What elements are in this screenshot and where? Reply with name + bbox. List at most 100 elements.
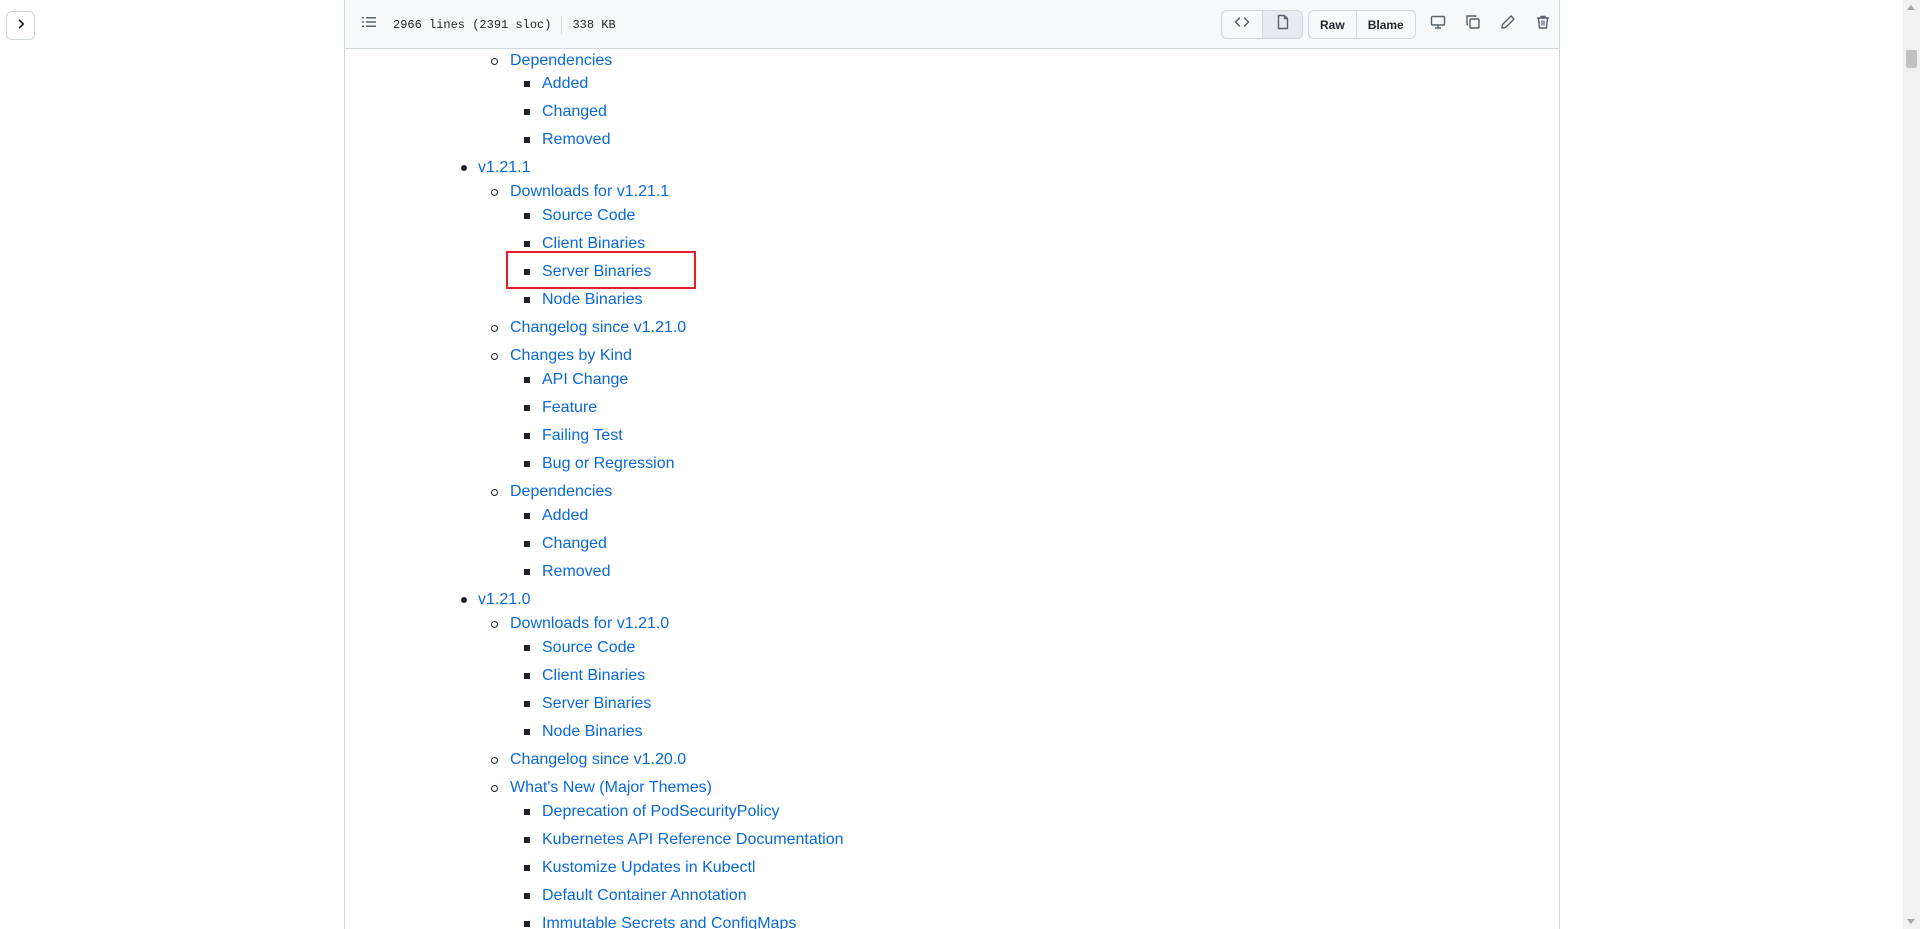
toc-link-server-binaries[interactable]: Server Binaries <box>542 263 651 281</box>
disc-bullet-icon <box>461 165 467 171</box>
blame-button[interactable]: Blame <box>1355 11 1415 38</box>
toc-link-changes-by-kind[interactable]: Changes by Kind <box>510 347 632 365</box>
list-item: Server Binaries <box>524 692 651 716</box>
list-item: Source Code <box>524 636 635 660</box>
toc-link-api-reference-docs[interactable]: Kubernetes API Reference Documentation <box>542 831 844 849</box>
list-item: Changelog since v1.20.0 <box>491 748 686 772</box>
toc-link-dependencies[interactable]: Dependencies <box>510 483 612 501</box>
file-icon <box>1275 14 1291 35</box>
toc-link-node-binaries[interactable]: Node Binaries <box>542 723 643 741</box>
toc-link-changed[interactable]: Changed <box>542 535 607 553</box>
list-item: Dependencies <box>491 49 612 73</box>
toc-link-node-binaries[interactable]: Node Binaries <box>542 291 643 309</box>
desktop-button[interactable] <box>1426 12 1450 36</box>
toc-link-feature[interactable]: Feature <box>542 399 597 417</box>
chevron-right-icon <box>15 17 27 35</box>
scroll-down-icon[interactable] <box>1907 919 1915 924</box>
code-view-button[interactable] <box>1222 11 1262 38</box>
toc-link-client-binaries[interactable]: Client Binaries <box>542 667 645 685</box>
list-item: Client Binaries <box>524 232 645 256</box>
list-icon <box>361 14 377 35</box>
list-item: Changed <box>524 532 607 556</box>
toc-link-v1-21-0[interactable]: v1.21.0 <box>478 591 530 609</box>
lines-info: 2966 lines (2391 sloc) <box>393 18 552 32</box>
toc-link-removed[interactable]: Removed <box>542 563 610 581</box>
square-bullet-icon <box>524 269 530 275</box>
toc-link-deprecation-psp[interactable]: Deprecation of PodSecurityPolicy <box>542 803 779 821</box>
delete-button[interactable] <box>1531 12 1555 36</box>
square-bullet-icon <box>524 837 530 843</box>
toc-link-source-code[interactable]: Source Code <box>542 639 635 657</box>
toc-link-changed[interactable]: Changed <box>542 103 607 121</box>
disc-bullet-icon <box>461 597 467 603</box>
list-item: Added <box>524 504 588 528</box>
square-bullet-icon <box>524 921 530 927</box>
square-bullet-icon <box>524 405 530 411</box>
square-bullet-icon <box>524 109 530 115</box>
toc-link-api-change[interactable]: API Change <box>542 371 628 389</box>
circle-bullet-icon <box>491 757 498 764</box>
list-item: Default Container Annotation <box>524 884 747 908</box>
page-scrollbar[interactable] <box>1903 0 1920 929</box>
preview-view-button[interactable] <box>1262 11 1302 38</box>
toc-link-changelog-since-v1-20-0[interactable]: Changelog since v1.20.0 <box>510 751 686 769</box>
info-divider <box>561 16 563 34</box>
toc-link-downloads-v1-21-1[interactable]: Downloads for v1.21.1 <box>510 183 669 201</box>
list-item: Downloads for v1.21.0 <box>491 612 669 636</box>
toc-link-kustomize-updates[interactable]: Kustomize Updates in Kubectl <box>542 859 755 877</box>
square-bullet-icon <box>524 213 530 219</box>
expand-sidebar-button[interactable] <box>6 11 35 40</box>
circle-bullet-icon <box>491 189 498 196</box>
list-item: Removed <box>524 128 610 152</box>
toc-link-failing-test[interactable]: Failing Test <box>542 427 623 445</box>
copy-button[interactable] <box>1461 12 1485 36</box>
toc-link-added[interactable]: Added <box>542 507 588 525</box>
list-item: v1.21.1 <box>461 156 530 180</box>
toc-link-client-binaries[interactable]: Client Binaries <box>542 235 645 253</box>
toc-link-v1-21-1[interactable]: v1.21.1 <box>478 159 530 177</box>
edit-button[interactable] <box>1496 12 1520 36</box>
list-item: What's New (Major Themes) <box>491 776 712 800</box>
toc-link-whats-new[interactable]: What's New (Major Themes) <box>510 779 712 797</box>
circle-bullet-icon <box>491 58 498 65</box>
file-header: 2966 lines (2391 sloc) 338 KB Raw Blame <box>345 0 1559 49</box>
circle-bullet-icon <box>491 353 498 360</box>
square-bullet-icon <box>524 241 530 247</box>
circle-bullet-icon <box>491 621 498 628</box>
list-item: Client Binaries <box>524 664 645 688</box>
list-item: Feature <box>524 396 597 420</box>
toc-link-server-binaries[interactable]: Server Binaries <box>542 695 651 713</box>
scroll-thumb[interactable] <box>1906 50 1917 68</box>
list-item: Added <box>524 72 588 96</box>
list-item: Downloads for v1.21.1 <box>491 180 669 204</box>
square-bullet-icon <box>524 81 530 87</box>
square-bullet-icon <box>524 809 530 815</box>
copy-icon <box>1465 14 1481 35</box>
trash-icon <box>1535 14 1551 35</box>
toc-link-added[interactable]: Added <box>542 75 588 93</box>
square-bullet-icon <box>524 865 530 871</box>
toc-link-source-code[interactable]: Source Code <box>542 207 635 225</box>
raw-blame-group: Raw Blame <box>1308 10 1416 39</box>
list-item: Changes by Kind <box>491 344 632 368</box>
circle-bullet-icon <box>491 489 498 496</box>
list-item: Changed <box>524 100 607 124</box>
toc-link-default-container-annotation[interactable]: Default Container Annotation <box>542 887 747 905</box>
toc-link-changelog-since-v1-21-0[interactable]: Changelog since v1.21.0 <box>510 319 686 337</box>
toc-link-immutable-secrets[interactable]: Immutable Secrets and ConfigMaps <box>542 915 796 929</box>
list-item: Node Binaries <box>524 288 643 312</box>
list-item: Server Binaries <box>524 260 651 284</box>
square-bullet-icon <box>524 297 530 303</box>
outline-button[interactable] <box>357 12 381 36</box>
toc-link-downloads-v1-21-0[interactable]: Downloads for v1.21.0 <box>510 615 669 633</box>
square-bullet-icon <box>524 377 530 383</box>
toc-link-bug-or-regression[interactable]: Bug or Regression <box>542 455 675 473</box>
list-item: Removed <box>524 560 610 584</box>
square-bullet-icon <box>524 729 530 735</box>
list-item: v1.21.0 <box>461 588 530 612</box>
toc-link-removed[interactable]: Removed <box>542 131 610 149</box>
raw-button[interactable]: Raw <box>1309 11 1356 38</box>
file-size: 338 KB <box>572 18 616 32</box>
scroll-up-icon[interactable] <box>1907 5 1915 10</box>
toc-link-dependencies[interactable]: Dependencies <box>510 52 612 70</box>
